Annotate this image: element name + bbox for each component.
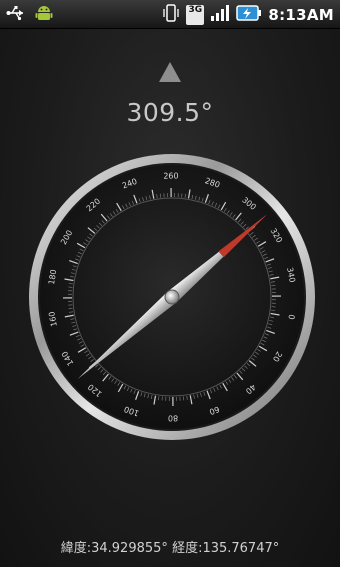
dial-label-260: 260 [163, 171, 178, 180]
status-time: 8:13AM [268, 6, 334, 24]
dial-label-80: 80 [168, 413, 178, 422]
heading-indicator-icon [159, 62, 181, 82]
latitude-text: 緯度:34.929855° [60, 541, 168, 556]
heading-readout: 309.5° [126, 98, 214, 127]
location-readout: 緯度:34.929855° 経度:135.76747° [0, 537, 340, 556]
vibrate-icon [162, 3, 180, 27]
compass-dial: 0204060801001201401601802002202402602803… [29, 154, 315, 440]
battery-charging-icon [236, 4, 262, 26]
needle-pivot [164, 289, 180, 305]
android-icon [34, 3, 54, 27]
longitude-text: 経度:135.76747° [172, 541, 280, 556]
network-3g-icon: 3G [186, 5, 205, 25]
signal-icon [210, 4, 230, 26]
usb-icon [6, 3, 26, 27]
status-bar: 3G 8:13AM [0, 0, 340, 29]
